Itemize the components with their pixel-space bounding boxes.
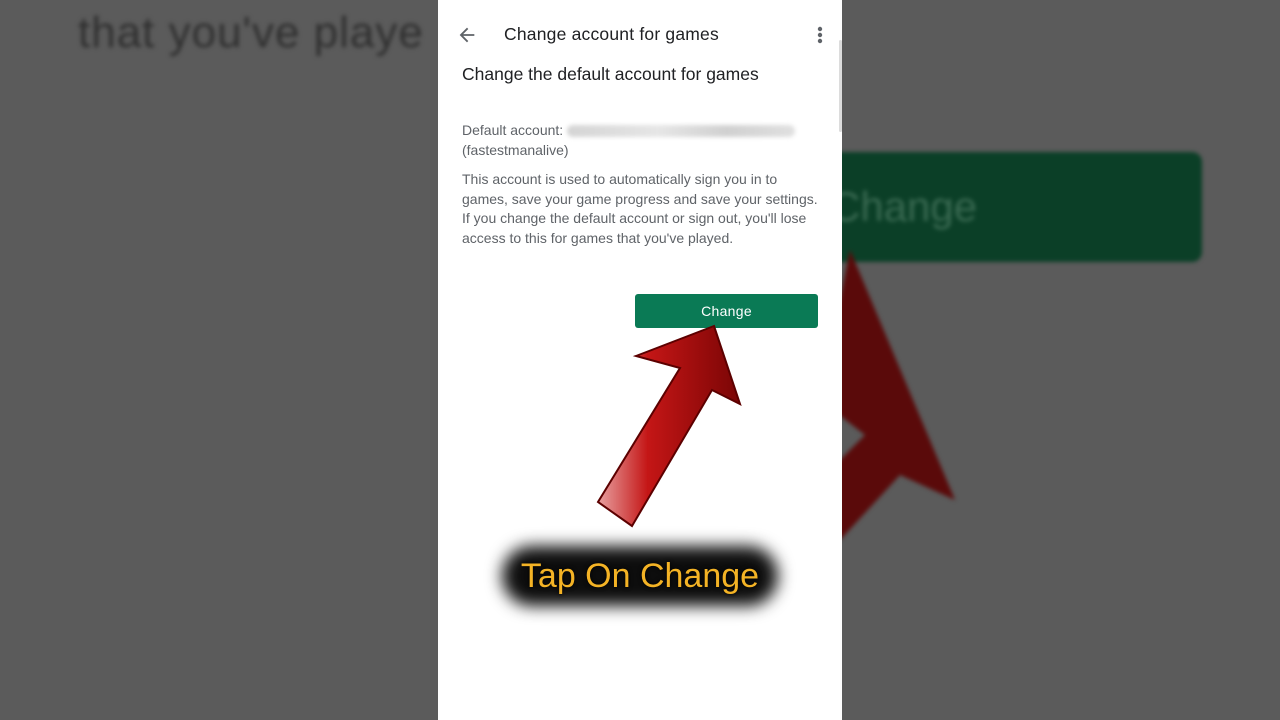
caption-overlay: Tap On Change — [502, 540, 778, 612]
red-arrow-icon — [596, 324, 742, 528]
phone-screen: Change account for games Change the defa… — [438, 0, 842, 720]
arrow-back-icon[interactable] — [456, 24, 478, 46]
section-heading: Change the default account for games — [462, 64, 759, 84]
more-vert-icon[interactable] — [814, 24, 826, 46]
page-title: Change account for games — [504, 24, 719, 44]
default-account-info: Default account: (fastestmanalive) — [462, 121, 822, 160]
scrollbar[interactable] — [839, 40, 842, 132]
app-bar: Change account for games — [438, 18, 842, 54]
caption-text: Tap On Change — [520, 556, 760, 595]
default-account-name: (fastestmanalive) — [462, 141, 569, 158]
status-bar — [558, 0, 758, 2]
redacted-email — [567, 125, 796, 138]
background-text: that you've playe — [78, 8, 424, 57]
default-account-label: Default account: — [462, 122, 564, 138]
account-description: This account is used to automatically si… — [462, 171, 818, 246]
